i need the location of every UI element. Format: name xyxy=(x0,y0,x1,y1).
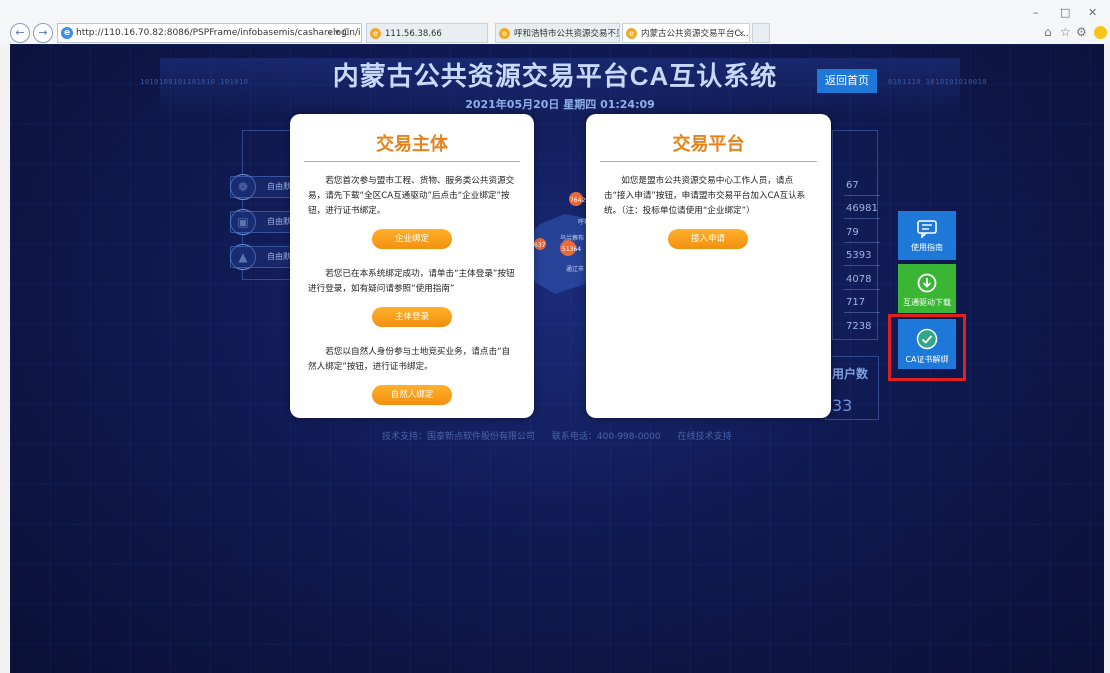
maximize-icon[interactable]: □ xyxy=(1060,6,1070,19)
tab-label: 111.56.38.66 xyxy=(385,29,442,39)
footer-phone: 联系电话：400-998-0000 xyxy=(551,432,661,442)
stat-divider xyxy=(844,218,880,219)
back-icon[interactable]: ← xyxy=(10,23,30,43)
card-paragraph: 若您已在本系统绑定成功，请单击“主体登录”按钮进行登录，如有疑问请参照“使用指南… xyxy=(308,269,515,294)
card-paragraph: 若您首次参与盟市工程、货物、服务类公共资源交易，请先下载“全区CA互通驱动”后点… xyxy=(308,176,515,216)
page-footer: 技术支持：国泰新点软件股份有限公司 联系电话：400-998-0000 在线技术… xyxy=(382,429,746,442)
address-tools[interactable]: ⌕ ▾ C xyxy=(327,23,349,43)
driver-download-widget[interactable]: 互通驱动下载 xyxy=(898,264,956,313)
browser-titlebar: ← → e http://110.16.70.82:8086/PSPFrame/… xyxy=(0,0,1110,44)
tab-3[interactable]: e 内蒙古公共资源交易平台C... × xyxy=(622,23,750,43)
map-label: 637 xyxy=(534,242,546,249)
stat-value: 67 xyxy=(846,180,859,191)
address-bar[interactable]: e http://110.16.70.82:8086/PSPFrame/info… xyxy=(57,23,362,43)
download-icon xyxy=(917,273,937,293)
user-count-label: 用户数 xyxy=(832,367,869,381)
footer-support: 技术支持：国泰新点软件股份有限公司 xyxy=(382,432,536,442)
enterprise-bind-button[interactable]: 企业绑定 xyxy=(372,229,452,249)
map-label: 51364 xyxy=(562,246,581,253)
map-label: 乌兰察布 xyxy=(560,234,584,242)
highlight-box xyxy=(888,314,966,381)
home-icon[interactable]: ⌂ xyxy=(1044,25,1052,39)
tab-2[interactable]: e 呼和浩特市公共资源交易不见... xyxy=(495,23,620,43)
entity-login-button[interactable]: 主体登录 xyxy=(372,307,452,327)
stat-value: 46981 xyxy=(846,203,878,214)
card-title: 交易平台 xyxy=(672,134,745,155)
ie-tab-icon: e xyxy=(499,28,510,39)
user-guide-widget[interactable]: 使用指南 xyxy=(898,211,956,260)
user-count-value: 33 xyxy=(832,396,853,415)
stat-divider xyxy=(844,242,880,243)
tab-label: 内蒙古公共资源交易平台C... xyxy=(641,29,749,39)
ie-tab-icon: e xyxy=(370,28,381,39)
natural-person-bind-button[interactable]: 自然人绑定 xyxy=(372,385,452,405)
trading-platform-card: 交易平台 如您是盟市公共资源交易中心工作人员，请点击“接入申请”按钮，申请盟市交… xyxy=(586,114,831,418)
card-paragraph: 如您是盟市公共资源交易中心工作人员，请点击“接入申请”按钮，申请盟市交易平台加入… xyxy=(604,176,806,216)
footer-online-support[interactable]: 在线技术支持 xyxy=(678,432,732,442)
widget-label: 使用指南 xyxy=(911,243,943,252)
map-label: 通辽市 xyxy=(566,265,584,273)
binary-decoration-left: 1010100101101010 101010 xyxy=(140,78,249,86)
card-divider xyxy=(304,161,520,162)
stat-divider xyxy=(844,289,880,290)
ie-tab-icon: e xyxy=(626,28,637,39)
star-icon[interactable]: ☆ xyxy=(1060,25,1071,39)
widget-label: 互通驱动下载 xyxy=(903,298,951,307)
stat-value: 7238 xyxy=(846,321,872,332)
trading-entity-card: 交易主体 若您首次参与盟市工程、货物、服务类公共资源交易，请先下载“全区CA互通… xyxy=(290,114,534,418)
forward-icon[interactable]: → xyxy=(33,23,53,43)
ie-logo-icon: e xyxy=(61,27,73,39)
page-viewport: 1010100101101010 101010 0101110 10101010… xyxy=(10,44,1104,673)
tab-1[interactable]: e 111.56.38.66 xyxy=(366,23,488,43)
gear-icon[interactable]: ⚙ xyxy=(1076,25,1087,39)
binary-decoration-right: 0101110 1010101010010 xyxy=(888,78,988,86)
card-title: 交易主体 xyxy=(376,134,448,155)
stat-value: 717 xyxy=(846,297,866,308)
new-tab-button[interactable] xyxy=(752,23,770,43)
datetime-display: 2021年05月20日 星期四 01:24:09 xyxy=(465,98,655,111)
card-divider xyxy=(600,161,817,162)
stat-divider xyxy=(844,265,880,266)
chat-icon xyxy=(917,220,937,238)
card-paragraph: 若您以自然人身份参与土地竞买业务，请点击“自然人绑定”按钮，进行证书绑定。 xyxy=(308,347,511,372)
tab-label: 呼和浩特市公共资源交易不见... xyxy=(514,29,619,39)
stat-value: 5393 xyxy=(846,250,872,261)
home-button[interactable]: 返回首页 xyxy=(817,69,877,93)
stat-value: 4078 xyxy=(846,274,872,285)
page-title: 内蒙古公共资源交易平台CA互认系统 xyxy=(332,61,778,91)
address-url: http://110.16.70.82:8086/PSPFrame/infoba… xyxy=(76,28,362,38)
tab-close-icon[interactable]: × xyxy=(738,24,745,42)
smiley-icon[interactable] xyxy=(1094,26,1107,39)
stat-divider xyxy=(844,312,880,313)
close-window-icon[interactable]: ✕ xyxy=(1088,6,1097,19)
minimize-icon[interactable]: – xyxy=(1033,6,1039,19)
stat-value: 79 xyxy=(846,227,859,238)
stat-divider xyxy=(844,195,880,196)
browser-window: ← → e http://110.16.70.82:8086/PSPFrame/… xyxy=(0,0,1110,673)
access-apply-button[interactable]: 接入申请 xyxy=(668,229,748,249)
